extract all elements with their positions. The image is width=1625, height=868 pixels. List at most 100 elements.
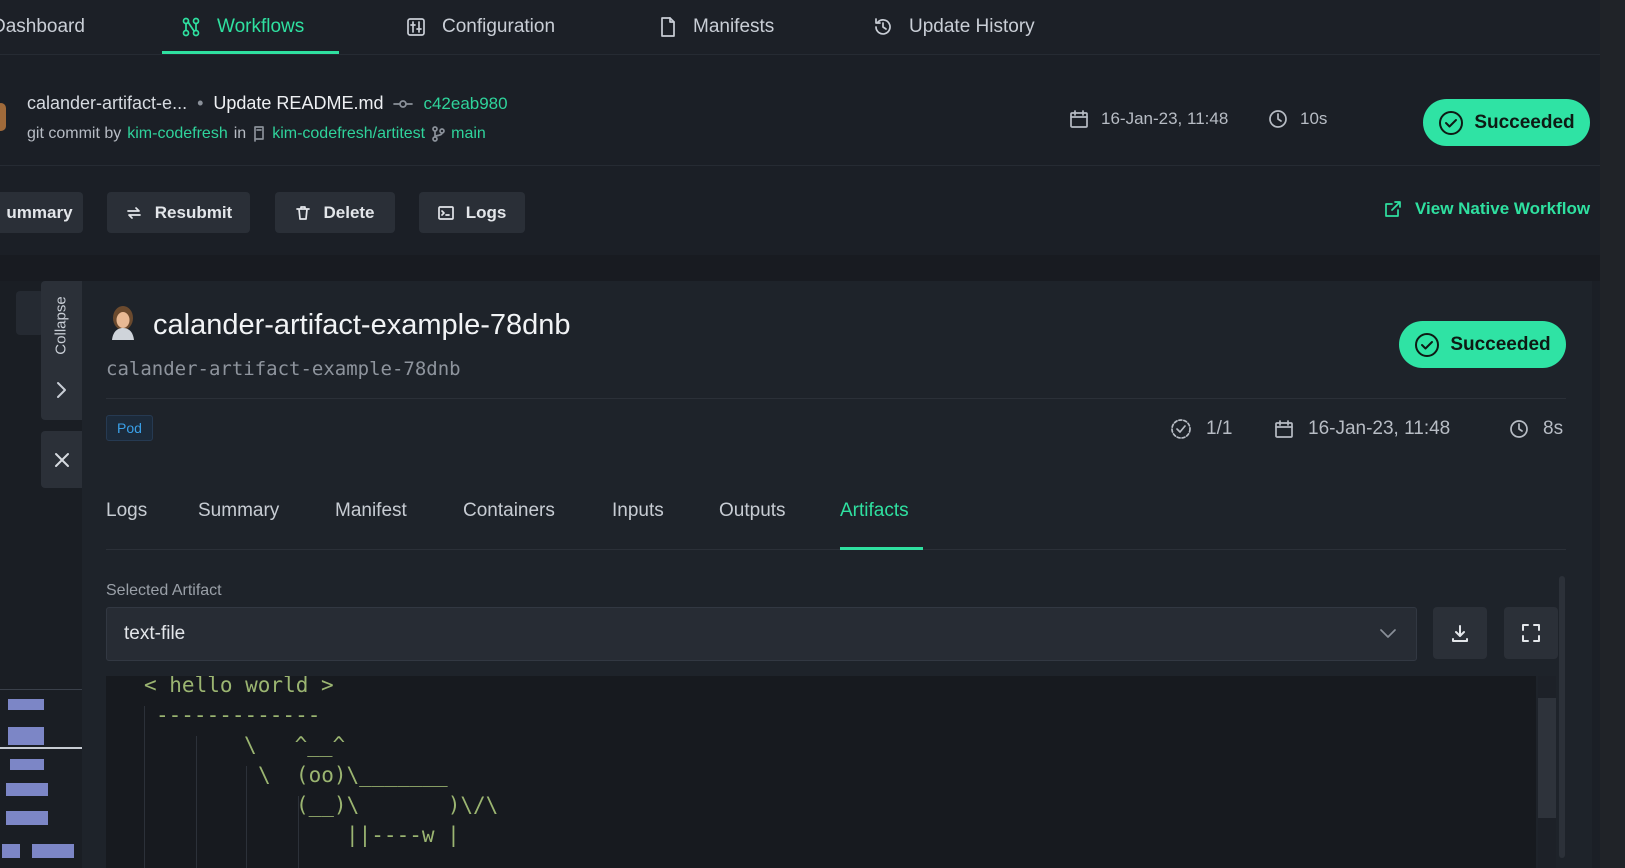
separator-dot: • (197, 93, 204, 113)
tab-logs[interactable]: Logs (106, 500, 147, 522)
clock-icon (1509, 419, 1529, 439)
nav-workflows-label: Workflows (217, 16, 305, 37)
content-scrollbar-thumb[interactable] (1538, 698, 1556, 818)
tab-inputs[interactable]: Inputs (612, 500, 664, 522)
resubmit-button-label: Resubmit (154, 202, 233, 222)
nav-manifests[interactable]: Manifests (659, 0, 774, 54)
history-icon (873, 17, 893, 37)
delete-button-label: Delete (323, 202, 375, 222)
minimap-node (6, 783, 48, 796)
node-subtitle: calander-artifact-example-78dnb (106, 358, 461, 380)
selected-artifact-label: Selected Artifact (106, 582, 222, 599)
commit-hash[interactable]: c42eab980 (423, 94, 507, 114)
chevron-right-icon (53, 381, 69, 399)
top-navigation: Dashboard Workflows Configuration Manife… (0, 0, 1600, 55)
check-circle-icon (1438, 110, 1464, 136)
branch-link[interactable]: main (451, 125, 486, 143)
minimap-node (8, 727, 44, 745)
tabs-divider (106, 549, 1566, 550)
zoom-control[interactable] (16, 291, 44, 335)
content-scrollbar[interactable] (1538, 676, 1556, 868)
file-icon (659, 17, 677, 37)
tab-manifest[interactable]: Manifest (335, 500, 407, 522)
commit-by-text: git commit by (27, 125, 122, 142)
workflow-duration-text: 10s (1300, 109, 1328, 128)
tab-summary[interactable]: Summary (198, 500, 279, 522)
tab-outputs[interactable]: Outputs (719, 500, 786, 522)
configuration-icon (406, 17, 426, 37)
download-button[interactable] (1433, 607, 1487, 659)
external-link-icon (1383, 199, 1403, 219)
repo-link[interactable]: kim-codefresh/artitest (272, 125, 425, 143)
tab-artifacts[interactable]: Artifacts (840, 500, 909, 522)
resubmit-button[interactable]: Resubmit (107, 192, 250, 233)
artifact-select[interactable]: text-file (106, 607, 1417, 661)
panel-scrollbar[interactable] (1559, 576, 1565, 858)
commit-icon (393, 98, 414, 110)
panel-divider (106, 398, 1566, 399)
logs-button-label: Logs (465, 202, 507, 222)
summary-button[interactable]: ummary (0, 192, 83, 233)
divider-strip (0, 255, 1600, 281)
window-edge (1600, 0, 1625, 868)
branch-icon (431, 126, 445, 142)
indent-guide (196, 736, 197, 868)
calendar-icon (1069, 109, 1089, 129)
collapse-panel-button[interactable]: Collapse (41, 281, 82, 420)
workflow-date: 16-Jan-23, 11:48 (1069, 109, 1228, 129)
repo-icon (252, 126, 266, 142)
workflows-icon (181, 17, 201, 37)
close-icon (54, 452, 70, 468)
chevron-down-icon (1379, 626, 1397, 640)
indent-guide (246, 766, 247, 868)
artifact-line-6: ||----w | (346, 823, 460, 847)
minimap-node (8, 699, 44, 710)
nav-dashboard[interactable]: Dashboard (0, 0, 85, 54)
terminal-icon (437, 205, 454, 221)
workflow-status-text: Succeeded (1474, 111, 1575, 133)
node-date: 16-Jan-23, 11:48 (1274, 418, 1450, 440)
minimap-viewport-line (0, 747, 82, 749)
workflow-header: calander-artifact-e... • Update README.m… (0, 55, 1600, 166)
indent-guide (144, 706, 145, 868)
logs-button[interactable]: Logs (419, 192, 525, 233)
artifact-select-value: text-file (124, 623, 186, 644)
collapse-label-wrap: Collapse (45, 291, 77, 359)
view-native-workflow-link[interactable]: View Native Workflow (1383, 199, 1590, 219)
minimap-node (32, 844, 74, 858)
nav-configuration[interactable]: Configuration (406, 0, 555, 54)
tab-containers[interactable]: Containers (463, 500, 555, 522)
nav-workflows[interactable]: Workflows (181, 0, 304, 54)
node-status-badge: Succeeded (1399, 321, 1566, 368)
artifact-line-3: \ ^__^ (244, 733, 346, 757)
active-tab-underline (840, 547, 923, 550)
author-link[interactable]: kim-codefresh (127, 125, 227, 143)
progress-check-icon (1170, 418, 1192, 440)
minimap-node (2, 844, 20, 858)
node-steps-text: 1/1 (1206, 418, 1233, 439)
workflow-date-text: 16-Jan-23, 11:48 (1101, 109, 1229, 128)
view-native-workflow-label: View Native Workflow (1415, 199, 1591, 218)
collapse-label: Collapse (52, 295, 70, 355)
workflow-status-badge: Succeeded (1423, 99, 1590, 146)
avatar (0, 103, 6, 131)
active-tab-indicator (162, 51, 339, 54)
calendar-icon (1274, 419, 1294, 439)
nav-update-history-label: Update History (909, 16, 1035, 37)
node-status-text: Succeeded (1450, 333, 1551, 355)
delete-button[interactable]: Delete (275, 192, 395, 233)
fullscreen-button[interactable] (1504, 607, 1558, 659)
nav-update-history[interactable]: Update History (873, 0, 1035, 54)
summary-button-label: ummary (6, 202, 73, 222)
artifact-line-4: \ (oo)\_______ (258, 763, 448, 787)
clock-icon (1268, 109, 1288, 129)
artifact-line-1: < hello world > (144, 676, 334, 697)
trash-icon (295, 205, 311, 221)
workflow-name[interactable]: calander-artifact-e... (27, 93, 187, 114)
close-panel-button[interactable] (41, 431, 82, 488)
minimap-divider (0, 689, 82, 690)
node-title: calander-artifact-example-78dnb (153, 309, 571, 341)
node-duration-text: 8s (1543, 418, 1564, 439)
resubmit-icon (125, 205, 143, 221)
artifact-line-5: (__)\ )\/\ (296, 793, 499, 817)
